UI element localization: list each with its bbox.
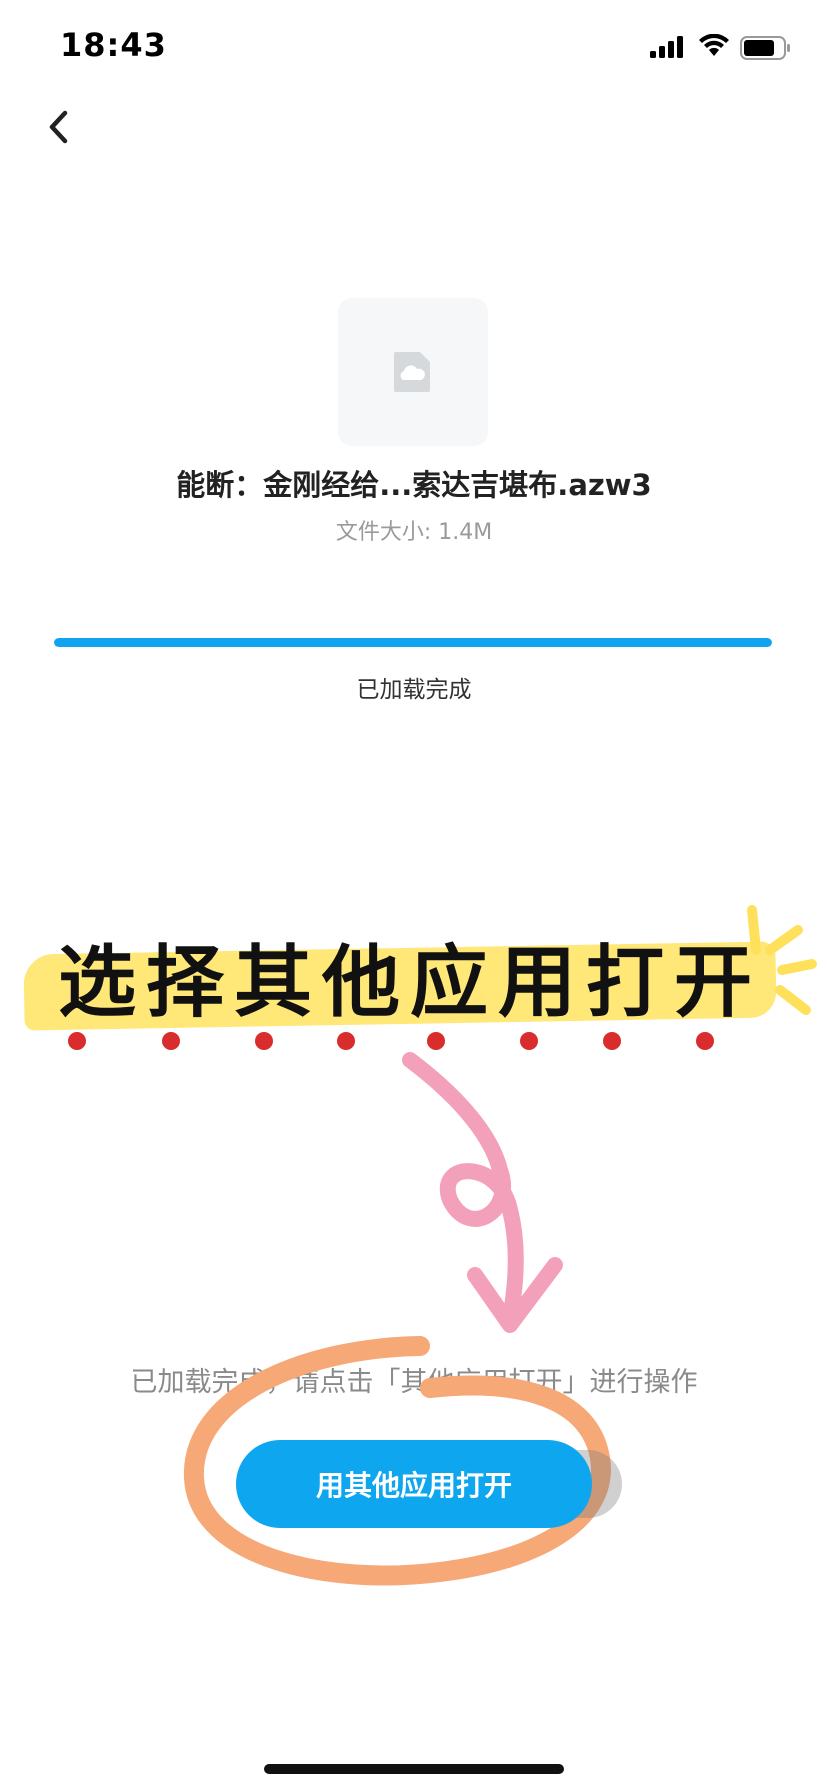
status-bar: 18:43 [0,0,828,100]
cloud-file-icon [394,352,430,392]
dot [603,1032,621,1050]
progress-status: 已加载完成 [356,677,472,703]
battery-icon [740,36,790,60]
file-thumbnail [338,298,488,446]
dot [337,1032,355,1050]
cellular-signal-icon [650,36,683,58]
open-with-other-app-button[interactable]: 用其他应用打开 [236,1440,592,1528]
progress-bar [54,638,772,647]
file-size: 文件大小: 1.4M [335,520,493,545]
dot [696,1032,714,1050]
dot [68,1032,86,1050]
dot [427,1032,445,1050]
dot [255,1032,273,1050]
back-button[interactable] [36,102,80,152]
status-time: 18:43 [60,26,167,64]
progress-fill [54,638,772,647]
home-indicator [264,1764,564,1774]
file-name: 能断：金刚经给...索达吉堪布.azw3 [176,468,652,502]
pink-arrow [402,1052,563,1333]
wifi-icon [699,34,729,56]
spark-marks [747,905,817,1015]
chevron-left-icon [49,110,68,144]
annotation-text: 选择其他应用打开 [57,938,762,1028]
dot [520,1032,538,1050]
dot [162,1032,180,1050]
